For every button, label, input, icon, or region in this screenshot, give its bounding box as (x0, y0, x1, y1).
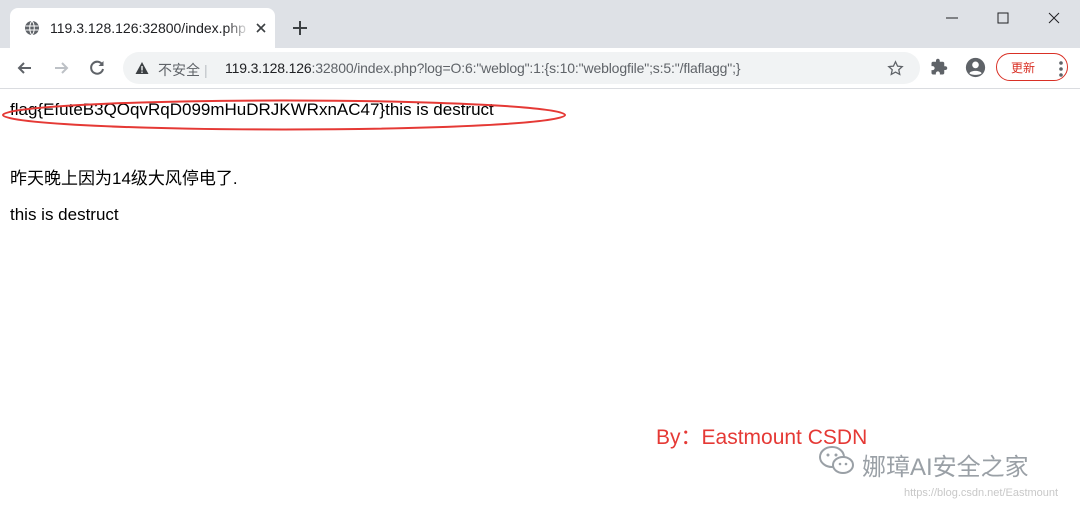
extension-icon[interactable] (930, 58, 948, 76)
tab-strip: 119.3.128.126:32800/index.php (0, 0, 1080, 48)
star-icon[interactable] (887, 60, 904, 77)
plus-icon[interactable] (290, 18, 310, 38)
security-label[interactable]: 不安全 | (158, 60, 208, 80)
address-bar[interactable]: 不安全 | 119.3.128.126:32800/index.php?log=O… (123, 52, 920, 84)
watermark-url: https://blog.csdn.net/Eastmount (904, 487, 1059, 499)
url-text[interactable]: 119.3.128.126:32800/index.php?log=O:6:"w… (225, 60, 741, 76)
back-icon[interactable] (15, 58, 35, 78)
warning-icon[interactable] (135, 61, 149, 75)
globe-icon (25, 20, 39, 36)
wechat-icon (819, 446, 854, 474)
minimize-icon[interactable] (940, 8, 964, 28)
active-tab[interactable]: 119.3.128.126:32800/index.php (10, 8, 275, 48)
maximize-icon[interactable] (991, 8, 1015, 28)
forward-icon[interactable] (51, 58, 71, 78)
highlight-ellipse (2, 99, 566, 131)
notice-text: 昨天晚上因为14级大风停电了. (10, 169, 238, 188)
browser-toolbar: 不安全 | 119.3.128.126:32800/index.php?log=O… (0, 48, 1080, 89)
tab-title: 119.3.128.126:32800/index.php (50, 20, 246, 36)
reload-icon[interactable] (87, 58, 107, 78)
close-icon[interactable] (254, 21, 268, 35)
watermark-text: 娜璋AI安全之家 (862, 454, 1029, 481)
menu-icon[interactable] (1059, 61, 1063, 77)
profile-icon[interactable] (965, 57, 986, 78)
destruct-message: this is destruct (10, 205, 119, 224)
update-button[interactable]: 更新 (996, 53, 1068, 81)
update-label: 更新 (1011, 61, 1036, 75)
close-window-icon[interactable] (1042, 8, 1066, 28)
